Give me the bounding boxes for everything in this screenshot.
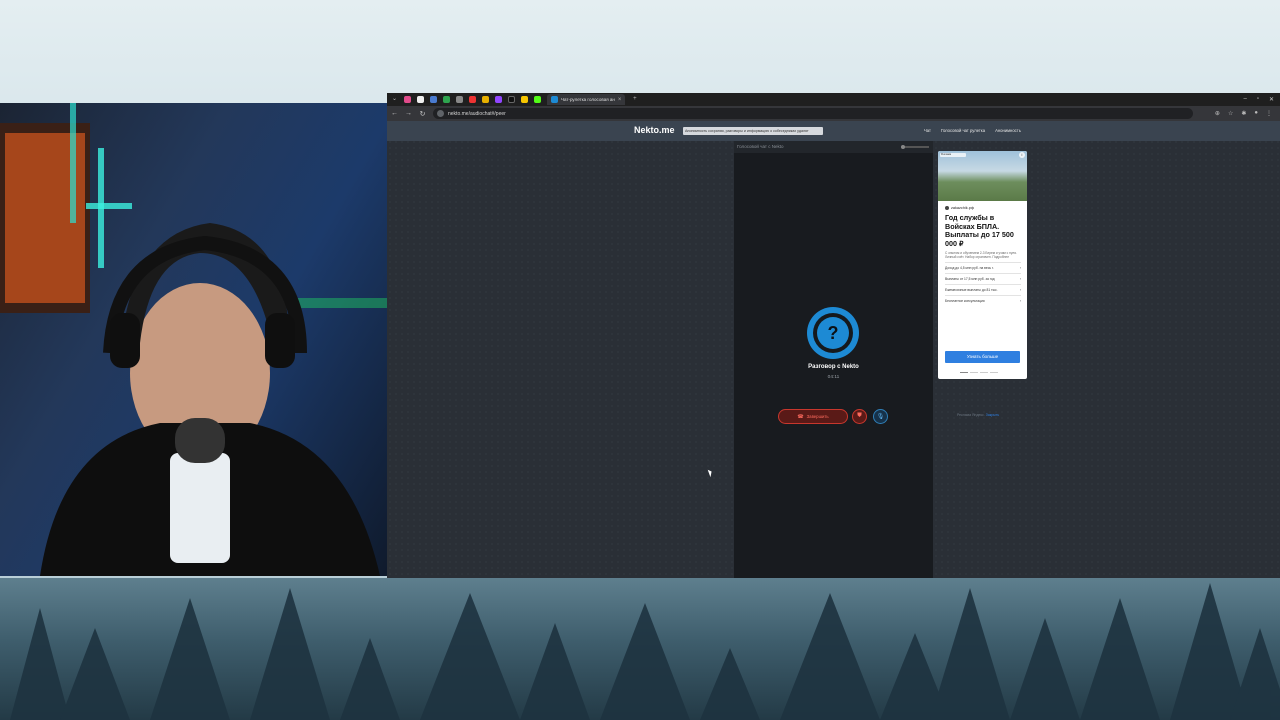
report-button[interactable]: ⛊ (852, 409, 867, 424)
site-info-icon[interactable] (437, 110, 444, 117)
tab-search-icon[interactable]: ⌄ (391, 96, 398, 103)
carousel-dot[interactable] (970, 372, 978, 373)
chevron-right-icon: › (1019, 277, 1021, 282)
shield-icon: ⛊ (857, 413, 862, 419)
conversation-title: Разговор с Nekto (808, 364, 859, 370)
forward-icon[interactable]: → (405, 110, 412, 117)
pinned-tab-icon[interactable] (495, 96, 502, 103)
call-timer: 04:11 (827, 375, 840, 380)
pinned-tab-icon[interactable] (469, 96, 476, 103)
ad-body: С опытом и обучением 2-3 Берем и учим с … (945, 251, 1017, 260)
pinned-tab-icon[interactable] (508, 96, 515, 103)
menu-icon[interactable]: ⋮ (1266, 110, 1272, 117)
window-controls: – ▫ ✕ (1243, 96, 1280, 103)
ad-list-item[interactable]: Ежемесячные выплаты до 81 тыс. › (945, 284, 1021, 295)
ad-carousel-dots (960, 372, 998, 373)
new-tab-icon[interactable]: + (631, 96, 638, 103)
profile-icon[interactable]: ● (1254, 110, 1258, 117)
address-bar: ← → ↻ nekto.me/audiochat#/peer ⊕ ☆ ✱ ● ⋮ (387, 106, 1280, 121)
url-text: nekto.me/audiochat#/peer (448, 110, 506, 117)
privacy-notice: Анонимность сохраняя, разговоры и информ… (683, 127, 823, 135)
ad-list-item-label: Доход до 4,5 млн руб. на весь г. (945, 266, 994, 271)
ad-list: Доход до 4,5 млн руб. на весь г. › Выплат… (945, 262, 1021, 306)
site-logo[interactable]: Nekto.me (634, 125, 675, 135)
tab-bar: ⌄ Чат-рулетка голосовая ан × + – ▫ ✕ (387, 93, 1280, 106)
close-window-icon[interactable]: ✕ (1269, 96, 1274, 103)
site-header: Nekto.me Анонимность сохраняя, разговоры… (387, 121, 1280, 141)
chevron-right-icon: › (1019, 288, 1021, 293)
tab-active[interactable]: Чат-рулетка голосовая ан × (547, 94, 626, 105)
ad-footer: Реклама Яндекс. Закрыть (957, 413, 999, 417)
tab-title: Чат-рулетка голосовая ан (561, 97, 615, 102)
pinned-tab-icon[interactable] (456, 96, 463, 103)
webcam-feed (0, 103, 387, 576)
ad-domain-icon (945, 206, 949, 210)
nav-link-chat[interactable]: Чат (924, 128, 931, 133)
back-icon[interactable]: ← (391, 110, 398, 117)
ad-headline[interactable]: Год службы в Войсках БПЛА. Выплаты до 17… (945, 213, 1025, 248)
carousel-dot[interactable] (980, 372, 988, 373)
url-field[interactable]: nekto.me/audiochat#/peer (433, 108, 1193, 119)
extensions-area: ⊕ ☆ ✱ ● ⋮ (1215, 110, 1280, 117)
pinned-tab-icon[interactable] (534, 96, 541, 103)
maximize-icon[interactable]: ▫ (1257, 96, 1259, 103)
ad-image[interactable]: Реклама i (938, 151, 1027, 201)
translate-icon[interactable]: ⊕ (1215, 110, 1220, 117)
chat-header-title: Голосовой чат с Nekto (737, 144, 784, 149)
volume-knob[interactable] (901, 144, 905, 149)
ad-info-icon[interactable]: i (1019, 152, 1025, 158)
ad-list-item[interactable]: Выплаты от 17,5 млн руб. за год › (945, 273, 1021, 284)
chat-header: Голосовой чат с Nekto (734, 141, 933, 153)
ad-list-item-label: Бесплатное консультация (945, 299, 985, 304)
nav-link-voice-roulette[interactable]: Голосовой чат рулетка (941, 128, 985, 133)
ad-domain[interactable]: zakazchik.рф (945, 206, 1027, 210)
nav-link-anonymity[interactable]: Анонимность (995, 128, 1021, 133)
bookmark-star-icon[interactable]: ☆ (1228, 110, 1233, 117)
ad-cta-button[interactable]: Узнать больше (945, 351, 1020, 363)
microphone-icon: 🎙 (876, 414, 885, 420)
question-mark-icon: ? (817, 317, 849, 349)
hangup-button[interactable]: ☎ Завершить (778, 409, 848, 424)
minimize-icon[interactable]: – (1243, 96, 1246, 103)
phone-hangup-icon: ☎ (797, 413, 804, 420)
extension-icon[interactable]: ✱ (1241, 110, 1246, 117)
carousel-dot[interactable] (990, 372, 998, 373)
pinned-tab-icon[interactable] (482, 96, 489, 103)
peer-avatar: ? (807, 307, 859, 359)
chevron-right-icon: › (1019, 266, 1021, 271)
ad-footer-text: Реклама Яндекс. (957, 413, 985, 417)
advertisement[interactable]: Реклама i zakazchik.рф Год службы в Войс… (938, 151, 1027, 379)
volume-slider[interactable] (901, 144, 929, 149)
ad-close-link[interactable]: Закрыть (986, 413, 999, 417)
carousel-dot[interactable] (960, 372, 968, 373)
pinned-tab-icon[interactable] (521, 96, 528, 103)
reload-icon[interactable]: ↻ (419, 110, 426, 118)
tab-favicon-icon (551, 96, 558, 103)
site-nav: Чат Голосовой чат рулетка Анонимность (924, 128, 1021, 133)
chevron-right-icon: › (1019, 299, 1021, 304)
web-page: Nekto.me Анонимность сохраняя, разговоры… (387, 121, 1280, 578)
stream-background-forest (0, 578, 1280, 720)
mic-button[interactable]: 🎙 (873, 409, 888, 424)
tab-close-icon[interactable]: × (618, 97, 622, 103)
hangup-label: Завершить (806, 414, 829, 419)
pinned-tab-icon[interactable] (430, 96, 437, 103)
ad-list-item-label: Ежемесячные выплаты до 81 тыс. (945, 288, 998, 293)
pinned-tab-icon[interactable] (443, 96, 450, 103)
ad-list-item[interactable]: Бесплатное консультация › (945, 295, 1021, 306)
browser-window: ⌄ Чат-рулетка голосовая ан × + – ▫ ✕ ← →… (387, 93, 1280, 578)
ad-list-item-label: Выплаты от 17,5 млн руб. за год (945, 277, 995, 282)
ad-list-item[interactable]: Доход до 4,5 млн руб. на весь г. › (945, 262, 1021, 273)
pinned-tab-icon[interactable] (417, 96, 424, 103)
avatar-ring: ? (813, 313, 853, 353)
ad-domain-text: zakazchik.рф (951, 206, 974, 210)
voice-chat-panel: Голосовой чат с Nekto ? Разговор с Nekto… (734, 141, 933, 578)
pinned-tab-icon[interactable] (404, 96, 411, 103)
ad-badge: Реклама (940, 153, 966, 157)
